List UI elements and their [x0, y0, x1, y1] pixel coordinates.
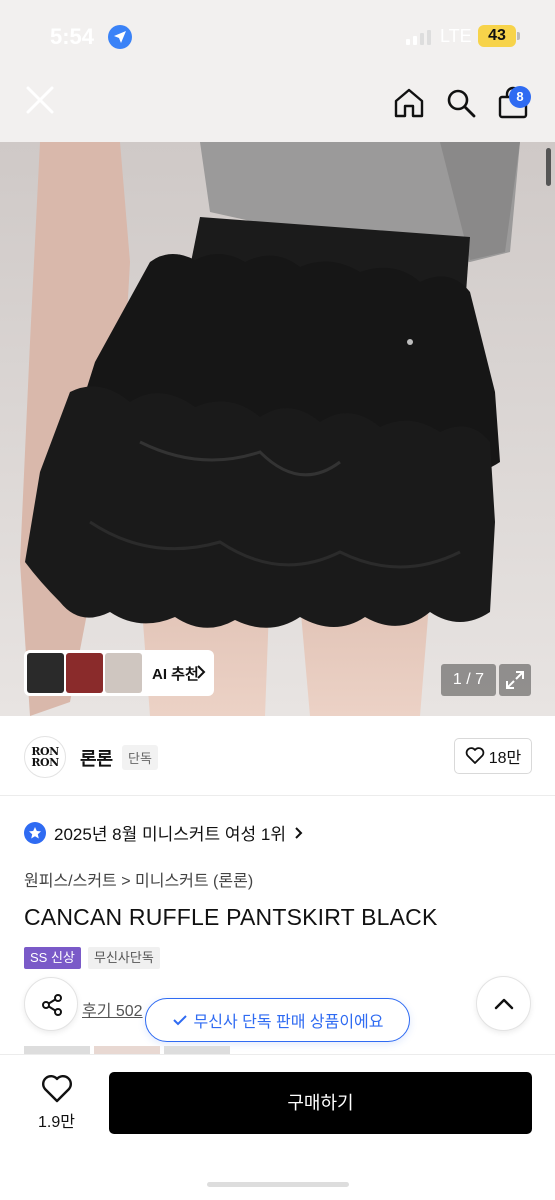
breadcrumb[interactable]: 원피스/스커트 > 미니스커트 (론론) [24, 867, 253, 891]
location-icon [108, 25, 132, 49]
share-icon[interactable] [24, 977, 78, 1031]
chevron-right-icon [295, 826, 303, 839]
thumbnail-strip [24, 1046, 230, 1054]
exclusive-toast: 무신사 단독 판매 상품이에요 [145, 998, 410, 1042]
status-bar: 5:54 LTE 43 [0, 0, 555, 74]
product-image[interactable] [0, 142, 555, 716]
brand-like-button[interactable]: 18만 [454, 738, 532, 774]
page-indicator: 1 / 7 [441, 664, 496, 696]
brand-like-count: 18만 [488, 750, 522, 767]
toast-text: 무신사 단독 판매 상품이에요 [193, 1014, 384, 1031]
expand-icon[interactable] [499, 664, 531, 696]
product-title: CANCAN RUFFLE PANTSKIRT BLACK [24, 904, 438, 930]
ai-thumbnail-3 [105, 653, 142, 693]
wishlist-count: 1.9만 [38, 1114, 75, 1131]
new-season-badge: SS 신상 [24, 947, 81, 969]
ai-recommend-label: AI 추천 [152, 665, 199, 683]
battery-tip [517, 32, 520, 40]
home-icon[interactable] [392, 86, 426, 120]
ranking-link[interactable]: 2025년 8월 미니스커트 여성 1위 [24, 820, 304, 845]
buy-button[interactable]: 구매하기 [109, 1072, 532, 1134]
heart-icon [465, 747, 485, 764]
review-link[interactable]: 후기 502 [82, 997, 143, 1021]
home-indicator [207, 1182, 349, 1187]
network-label: LTE [440, 26, 472, 46]
ranking-text: 2025년 8월 미니스커트 여성 1위 [54, 825, 287, 844]
top-bar: 5:54 LTE 43 8 [0, 0, 555, 142]
wishlist-heart-icon[interactable] [41, 1074, 73, 1109]
brand-logo[interactable]: RON RON [24, 736, 66, 778]
thumbnail-peek [94, 1046, 160, 1054]
signal-icon [406, 29, 431, 45]
status-time: 5:54 [50, 24, 95, 49]
search-icon[interactable] [444, 86, 478, 120]
brand-logo-line2: RON [31, 756, 59, 769]
scroll-indicator [546, 148, 551, 186]
thumbnail-peek [164, 1046, 230, 1054]
product-photo-illustration [0, 142, 555, 716]
scroll-top-icon[interactable] [476, 976, 531, 1031]
cart-count-badge: 8 [509, 86, 531, 108]
chevron-right-icon [196, 664, 206, 685]
check-icon [172, 1015, 187, 1026]
exclusive-badge: 무신사단독 [88, 947, 160, 969]
brand-row[interactable]: RON RON 론론 단독 18만 [0, 716, 555, 796]
ai-thumbnail-1 [27, 653, 64, 693]
battery-icon: 43 [478, 25, 516, 47]
brand-exclusive-tag: 단독 [122, 745, 158, 770]
ranking-badge-icon [24, 821, 46, 844]
thumbnail-peek [24, 1046, 90, 1054]
brand-name[interactable]: 론론 [80, 745, 113, 771]
ai-thumbnail-2 [66, 653, 103, 693]
close-icon[interactable] [22, 82, 58, 118]
ai-recommend-button[interactable]: AI 추천 [24, 650, 214, 696]
